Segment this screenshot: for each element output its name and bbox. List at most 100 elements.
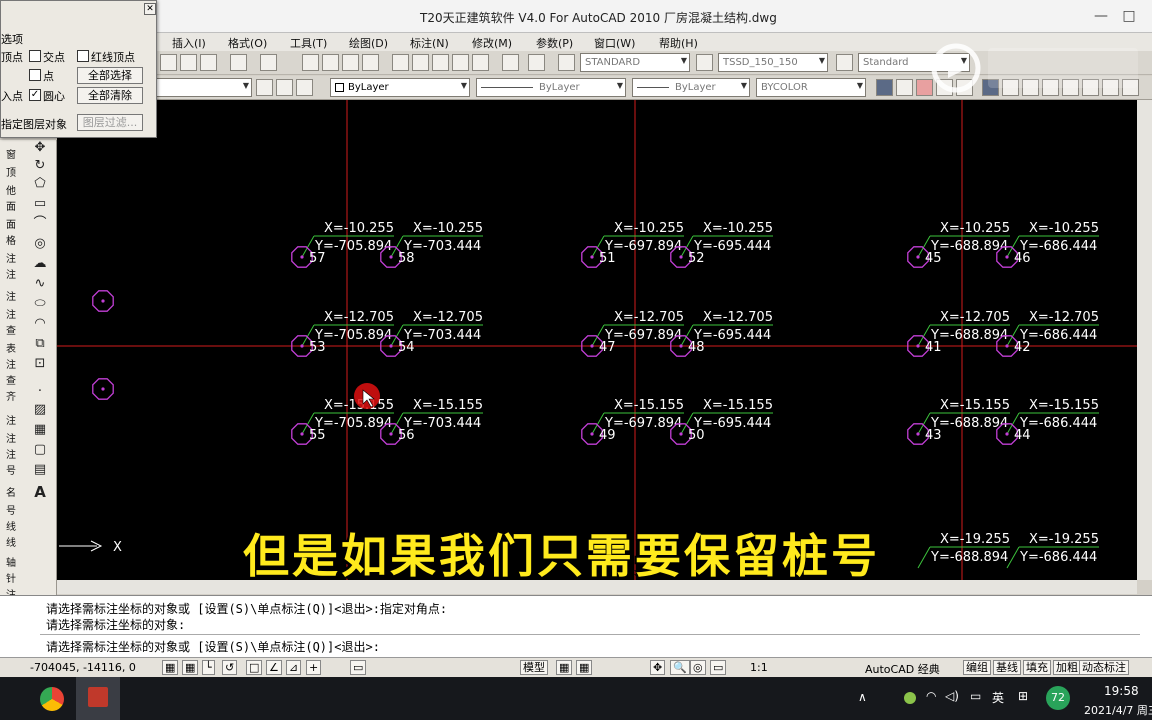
markup-icon[interactable] bbox=[472, 54, 489, 71]
tianzheng-icon[interactable] bbox=[876, 79, 893, 96]
text-style-select[interactable]: STANDARD ▼ bbox=[580, 53, 690, 72]
palette-command-label[interactable]: 面 bbox=[0, 198, 16, 213]
dim-style-icon[interactable] bbox=[696, 54, 713, 71]
polygon-icon[interactable]: ⬠ bbox=[32, 176, 48, 192]
palette-command-label[interactable]: 号 bbox=[0, 502, 16, 517]
menu-format[interactable]: 格式(O) bbox=[228, 35, 267, 51]
palette-command-label[interactable]: 线 bbox=[0, 534, 16, 549]
otrack-toggle[interactable]: ∠ bbox=[266, 660, 282, 675]
linetype-select[interactable]: ByLayer ▼ bbox=[476, 78, 626, 97]
intersection-checkbox[interactable] bbox=[29, 50, 41, 62]
minimize-button[interactable]: — bbox=[1086, 6, 1116, 26]
qp-toggle[interactable]: ▭ bbox=[350, 660, 367, 675]
palette-command-label[interactable]: 名 bbox=[0, 484, 16, 499]
keyboard-icon[interactable]: ⊞ bbox=[1018, 689, 1028, 703]
menu-window[interactable]: 窗口(W) bbox=[594, 35, 635, 51]
help-icon[interactable] bbox=[528, 54, 545, 71]
dynamic-dim-toggle[interactable]: 动态标注 bbox=[1079, 660, 1129, 675]
ellipse-arc-icon[interactable]: ◠ bbox=[32, 316, 48, 332]
annotation-scale[interactable]: 1:1 bbox=[750, 661, 768, 674]
snap-toggle[interactable]: ▦ bbox=[162, 660, 179, 675]
gradient-icon[interactable]: ▦ bbox=[32, 422, 48, 438]
fill-toggle[interactable]: 填充 bbox=[1023, 660, 1051, 675]
point-checkbox[interactable] bbox=[29, 69, 41, 81]
palette-command-label[interactable]: 查 bbox=[0, 322, 16, 337]
plot-style-select[interactable]: BYCOLOR ▼ bbox=[756, 78, 866, 97]
bold-toggle[interactable]: 加粗 bbox=[1053, 660, 1081, 675]
circle-icon[interactable]: ◎ bbox=[32, 236, 48, 252]
redo-icon[interactable] bbox=[260, 54, 277, 71]
palette-command-label[interactable]: 注 bbox=[0, 356, 16, 371]
tool-palette-icon[interactable] bbox=[432, 54, 449, 71]
ellipse-icon[interactable]: ⬭ bbox=[32, 296, 48, 312]
move-icon[interactable]: ✥ bbox=[32, 140, 48, 156]
menu-parameters[interactable]: 参数(P) bbox=[536, 35, 573, 51]
region-icon[interactable]: ▢ bbox=[32, 442, 48, 458]
close-icon[interactable]: ✕ bbox=[144, 3, 156, 15]
ortho-toggle[interactable]: └ bbox=[202, 660, 215, 675]
chrome-icon[interactable] bbox=[40, 687, 64, 711]
palette-command-label[interactable]: 注 bbox=[0, 306, 16, 321]
clear-all-button[interactable]: 全部清除 bbox=[77, 87, 143, 104]
palette-command-label[interactable]: 线 bbox=[0, 518, 16, 533]
palette-command-label[interactable]: 格 bbox=[0, 232, 16, 247]
layer-filter-button[interactable]: 图层过滤... bbox=[77, 114, 143, 131]
palette-command-label[interactable]: 号 bbox=[0, 462, 16, 477]
make-block-icon[interactable]: ⊡ bbox=[32, 356, 48, 372]
drawing-canvas[interactable]: X=-10.255 Y=-705.894 57 X=-10.255 Y=-703.444… bbox=[57, 100, 1137, 580]
pan-icon[interactable] bbox=[302, 54, 319, 71]
palette-command-label[interactable]: 注 bbox=[0, 430, 16, 445]
properties-icon[interactable] bbox=[392, 54, 409, 71]
menu-draw[interactable]: 绘图(D) bbox=[349, 35, 388, 51]
lineweight-select[interactable]: ByLayer ▼ bbox=[632, 78, 750, 97]
center-checkbox[interactable]: ✓ bbox=[29, 89, 41, 101]
dim-style-select[interactable]: TSSD_150_150 ▼ bbox=[718, 53, 828, 72]
zoom-realtime-icon[interactable] bbox=[322, 54, 339, 71]
menu-help[interactable]: 帮助(H) bbox=[659, 35, 698, 51]
baseline-toggle[interactable]: 基线 bbox=[993, 660, 1021, 675]
steering-wheel-icon[interactable]: ◎ bbox=[690, 660, 706, 675]
ime-indicator[interactable]: 英 bbox=[992, 689, 1004, 706]
model-tab[interactable]: 模型 bbox=[520, 660, 548, 675]
quick-calc-icon[interactable] bbox=[502, 54, 519, 71]
menu-tools[interactable]: 工具(T) bbox=[290, 35, 327, 51]
zoom-window-icon[interactable] bbox=[342, 54, 359, 71]
menu-dimension[interactable]: 标注(N) bbox=[410, 35, 449, 51]
zoom-previous-icon[interactable] bbox=[362, 54, 379, 71]
dyn-toggle[interactable]: + bbox=[306, 660, 322, 675]
layer-states-icon[interactable] bbox=[296, 79, 313, 96]
text-style-icon[interactable] bbox=[558, 54, 575, 71]
arc-icon[interactable]: ⌒ bbox=[32, 216, 48, 232]
vertical-scrollbar[interactable] bbox=[1137, 100, 1152, 580]
layer-manager-icon[interactable] bbox=[256, 79, 273, 96]
palette-command-label[interactable]: 注 bbox=[0, 250, 16, 265]
showmotion-icon[interactable]: ▭ bbox=[710, 660, 727, 675]
palette-command-label[interactable]: 针 bbox=[0, 570, 16, 585]
open-icon[interactable] bbox=[180, 54, 197, 71]
undo-icon[interactable] bbox=[230, 54, 247, 71]
layer-select[interactable]: ▼ bbox=[156, 78, 252, 97]
menu-insert[interactable]: 插入(I) bbox=[172, 35, 206, 51]
design-center-icon[interactable] bbox=[412, 54, 429, 71]
layout-icon[interactable]: ▦ bbox=[576, 660, 593, 675]
menu-modify[interactable]: 修改(M) bbox=[472, 35, 512, 51]
volume-icon[interactable]: ◁) bbox=[945, 689, 959, 703]
palette-command-label[interactable]: 注 bbox=[0, 412, 16, 427]
select-all-button[interactable]: 全部选择 bbox=[77, 67, 143, 84]
palette-command-label[interactable]: 面 bbox=[0, 216, 16, 231]
palette-command-label[interactable]: 注 bbox=[0, 446, 16, 461]
palette-command-label[interactable]: 顶 bbox=[0, 164, 16, 179]
color-layer-select[interactable]: ByLayer ▼ bbox=[330, 78, 470, 97]
wifi-icon[interactable]: ◠ bbox=[926, 689, 936, 703]
palette-command-label[interactable]: 窗 bbox=[0, 146, 16, 161]
pan-icon[interactable]: ✥ bbox=[650, 660, 666, 675]
palette-command-label[interactable]: 查 bbox=[0, 372, 16, 387]
grid-toggle[interactable]: ▦ bbox=[182, 660, 199, 675]
table-icon[interactable]: ▤ bbox=[32, 462, 48, 478]
spline-icon[interactable]: ∿ bbox=[32, 276, 48, 292]
edit-group-toggle[interactable]: 编组 bbox=[963, 660, 991, 675]
layer-previous-icon[interactable] bbox=[276, 79, 293, 96]
rotate-icon[interactable]: ↻ bbox=[32, 158, 48, 174]
layout-icon[interactable]: ▦ bbox=[556, 660, 573, 675]
save-icon[interactable] bbox=[200, 54, 217, 71]
